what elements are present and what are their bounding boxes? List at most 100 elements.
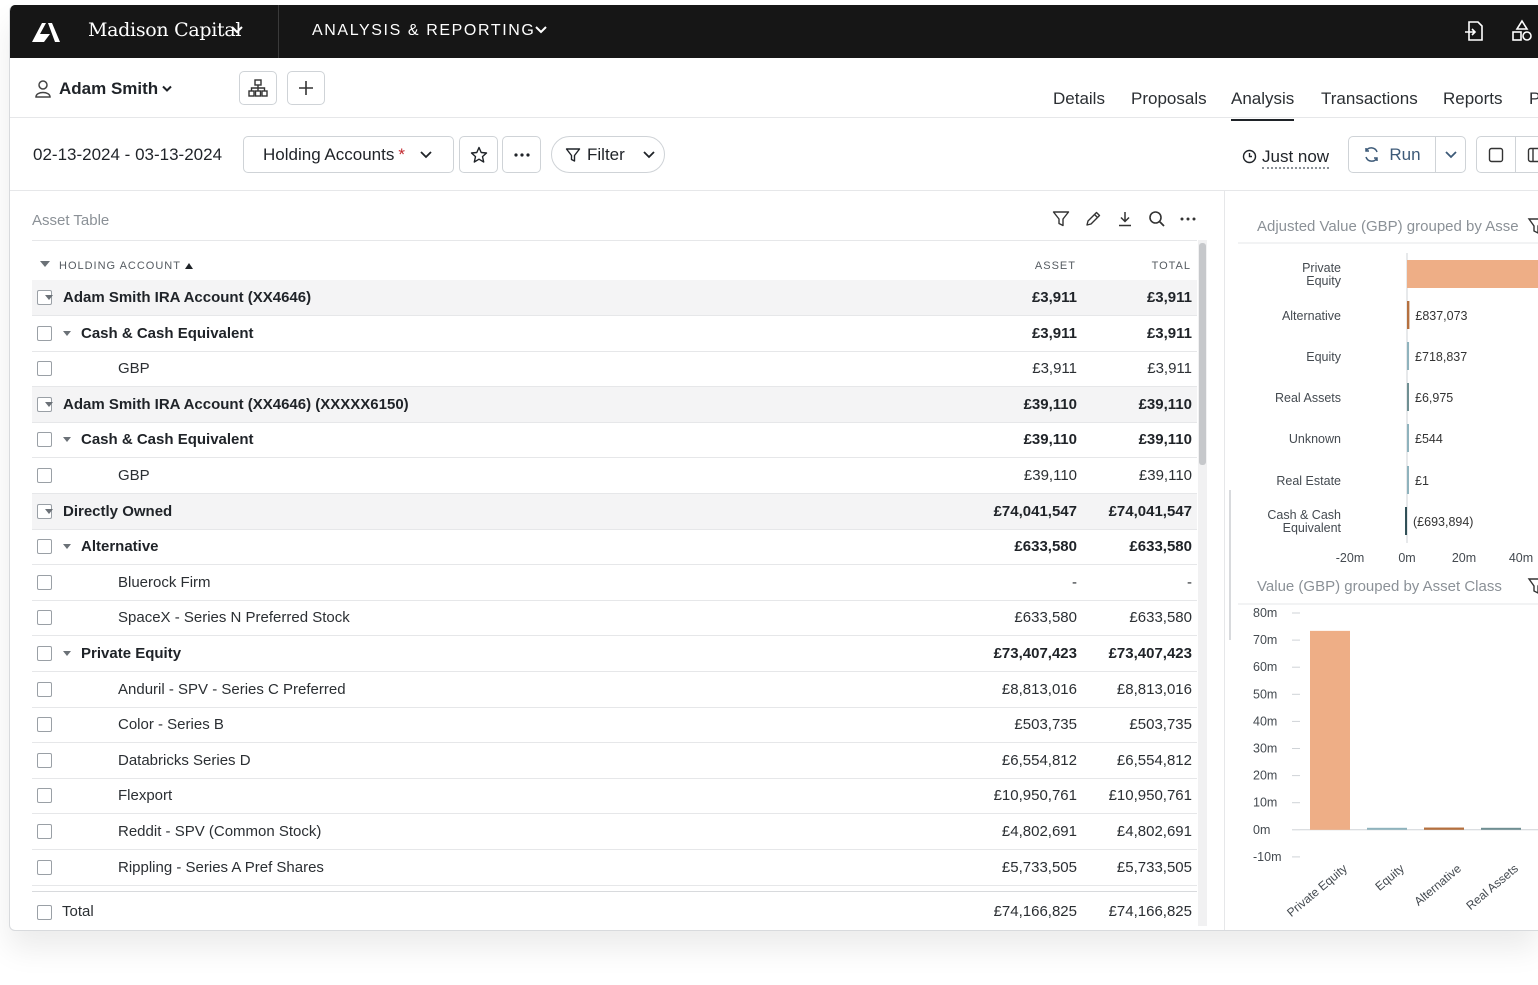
total-cell: £4,802,691 [1116, 823, 1192, 840]
favorite-button[interactable] [459, 136, 498, 173]
y-tick-label: 20m [1253, 769, 1277, 783]
tab-overflow[interactable]: P [1529, 89, 1538, 109]
star-icon [470, 146, 487, 163]
scrollbar-thumb[interactable] [1199, 243, 1206, 465]
brand-name[interactable]: Madison Capital [88, 19, 241, 41]
table-row[interactable]: Databricks Series D £6,554,812 £6,554,812 [32, 743, 1197, 779]
table-more-button[interactable] [1180, 210, 1196, 233]
chevron-down-icon[interactable] [161, 85, 173, 93]
module-selector[interactable]: ANALYSIS & REPORTING [312, 22, 535, 40]
row-checkbox[interactable] [37, 468, 52, 483]
row-checkbox[interactable] [37, 752, 52, 768]
row-checkbox[interactable] [37, 432, 52, 448]
shapes-icon[interactable] [1510, 19, 1534, 43]
category-label: Cash & Cash [1267, 508, 1341, 522]
divider [278, 5, 279, 58]
sort-ascending-icon[interactable] [185, 263, 193, 269]
table-row[interactable]: Bluerock Firm - - [32, 565, 1197, 601]
table-header: HOLDING ACCOUNT ASSET TOTAL [32, 240, 1197, 280]
header-holding-account[interactable]: HOLDING ACCOUNT [59, 260, 181, 272]
table-row[interactable]: Adam Smith IRA Account (XX4646) (XXXXX61… [32, 386, 1197, 423]
header-total[interactable]: TOTAL [1152, 260, 1191, 272]
table-row[interactable]: GBP £39,110 £39,110 [32, 458, 1197, 494]
table-edit-button[interactable] [1084, 210, 1102, 233]
table-row[interactable]: Anduril - SPV - Series C Preferred £8,813… [32, 672, 1197, 708]
chevron-down-icon[interactable] [230, 25, 244, 35]
y-tick-label: 50m [1253, 687, 1277, 701]
more-options-button[interactable] [502, 136, 541, 173]
total-cell: £39,110 [1138, 395, 1192, 413]
ellipsis-icon [513, 152, 530, 157]
holding-account-cell: Anduril - SPV - Series C Preferred [118, 680, 346, 698]
table-search-button[interactable] [1148, 210, 1166, 233]
row-checkbox[interactable] [37, 717, 52, 733]
table-row[interactable]: Alternative £633,580 £633,580 [32, 529, 1197, 566]
row-checkbox[interactable] [37, 325, 52, 341]
tab-transactions[interactable]: Transactions [1321, 89, 1418, 109]
collapse-all-icon[interactable] [40, 261, 50, 268]
date-range[interactable]: 02-13-2024 - 03-13-2024 [33, 145, 222, 165]
row-checkbox[interactable] [37, 788, 52, 804]
export-icon[interactable] [1463, 19, 1487, 43]
chevron-down-icon[interactable] [534, 25, 548, 35]
y-tick-label: 70m [1253, 633, 1277, 647]
row-checkbox[interactable] [37, 361, 52, 377]
table-row[interactable]: Flexport £10,950,761 £10,950,761 [32, 778, 1197, 815]
expand-caret-icon[interactable] [45, 508, 53, 514]
table-row[interactable]: Directly Owned £74,041,547 £74,041,547 [32, 493, 1197, 530]
table-row[interactable]: Rippling - Series A Pref Shares £5,733,50… [32, 850, 1197, 886]
tab-reports[interactable]: Reports [1443, 89, 1503, 109]
tab-details[interactable]: Details [1053, 89, 1105, 109]
expand-caret-icon[interactable] [45, 295, 53, 300]
filter-icon [1052, 211, 1070, 227]
expand-caret-icon[interactable] [63, 544, 71, 550]
header-asset[interactable]: ASSET [1035, 260, 1076, 272]
split-view-button[interactable] [1515, 136, 1538, 173]
pencil-icon [1086, 211, 1101, 226]
filter-button[interactable]: Filter [551, 136, 665, 173]
row-checkbox[interactable] [37, 681, 52, 697]
resize-handle[interactable] [1229, 490, 1231, 640]
holding-accounts-dropdown[interactable]: Holding Accounts * [243, 136, 454, 173]
table-row[interactable]: Cash & Cash Equivalent £3,911 £3,911 [32, 316, 1197, 352]
row-checkbox[interactable] [37, 574, 52, 590]
client-header: Adam Smith Details Proposals Analysis Tr… [10, 58, 1538, 121]
charts-panel: Adjusted Value (GBP) grouped by Asse Priv… [1238, 191, 1538, 930]
table-row[interactable]: Private Equity £73,407,423 £73,407,423 [32, 636, 1197, 672]
table-row[interactable]: Cash & Cash Equivalent £39,110 £39,110 [32, 422, 1197, 459]
brand-logo-icon[interactable] [30, 20, 62, 44]
row-checkbox[interactable] [37, 859, 52, 875]
table-row[interactable]: SpaceX - Series N Preferred Stock £633,58… [32, 600, 1197, 637]
expand-caret-icon[interactable] [45, 401, 53, 407]
asset-cell: £73,407,423 [993, 645, 1077, 662]
single-view-button[interactable] [1476, 136, 1516, 173]
table-row[interactable]: Reddit - SPV (Common Stock) £4,802,691 £4,… [32, 814, 1197, 850]
tab-analysis[interactable]: Analysis [1231, 89, 1295, 121]
total-cell: £633,580 [1129, 609, 1192, 627]
expand-caret-icon[interactable] [63, 651, 71, 656]
tab-proposals[interactable]: Proposals [1131, 89, 1207, 109]
run-options-button[interactable] [1435, 136, 1466, 173]
table-download-button[interactable] [1116, 210, 1134, 233]
expand-caret-icon[interactable] [63, 437, 71, 443]
total-cell: £8,813,016 [1116, 680, 1192, 698]
row-checkbox[interactable] [37, 539, 52, 555]
row-checkbox[interactable] [37, 824, 52, 839]
run-button[interactable]: Run [1348, 136, 1436, 173]
hierarchy-button[interactable] [239, 71, 277, 105]
row-checkbox[interactable] [37, 646, 52, 661]
search-icon [1149, 211, 1165, 227]
chevron-down-icon [1444, 150, 1457, 158]
holding-account-cell: Cash & Cash Equivalent [81, 324, 254, 342]
client-selector[interactable]: Adam Smith [59, 79, 158, 99]
table-row[interactable]: Color - Series B £503,735 £503,735 [32, 707, 1197, 744]
table-row[interactable]: GBP £3,911 £3,911 [32, 351, 1197, 388]
add-button[interactable] [287, 71, 325, 105]
expand-caret-icon[interactable] [63, 330, 71, 336]
row-checkbox[interactable] [37, 905, 52, 920]
holding-account-cell: Alternative [81, 538, 159, 556]
bar [1407, 383, 1409, 411]
table-filter-button[interactable] [1052, 210, 1070, 233]
table-row[interactable]: Adam Smith IRA Account (XX4646) £3,911 £3,… [32, 280, 1197, 316]
row-checkbox[interactable] [37, 610, 52, 626]
